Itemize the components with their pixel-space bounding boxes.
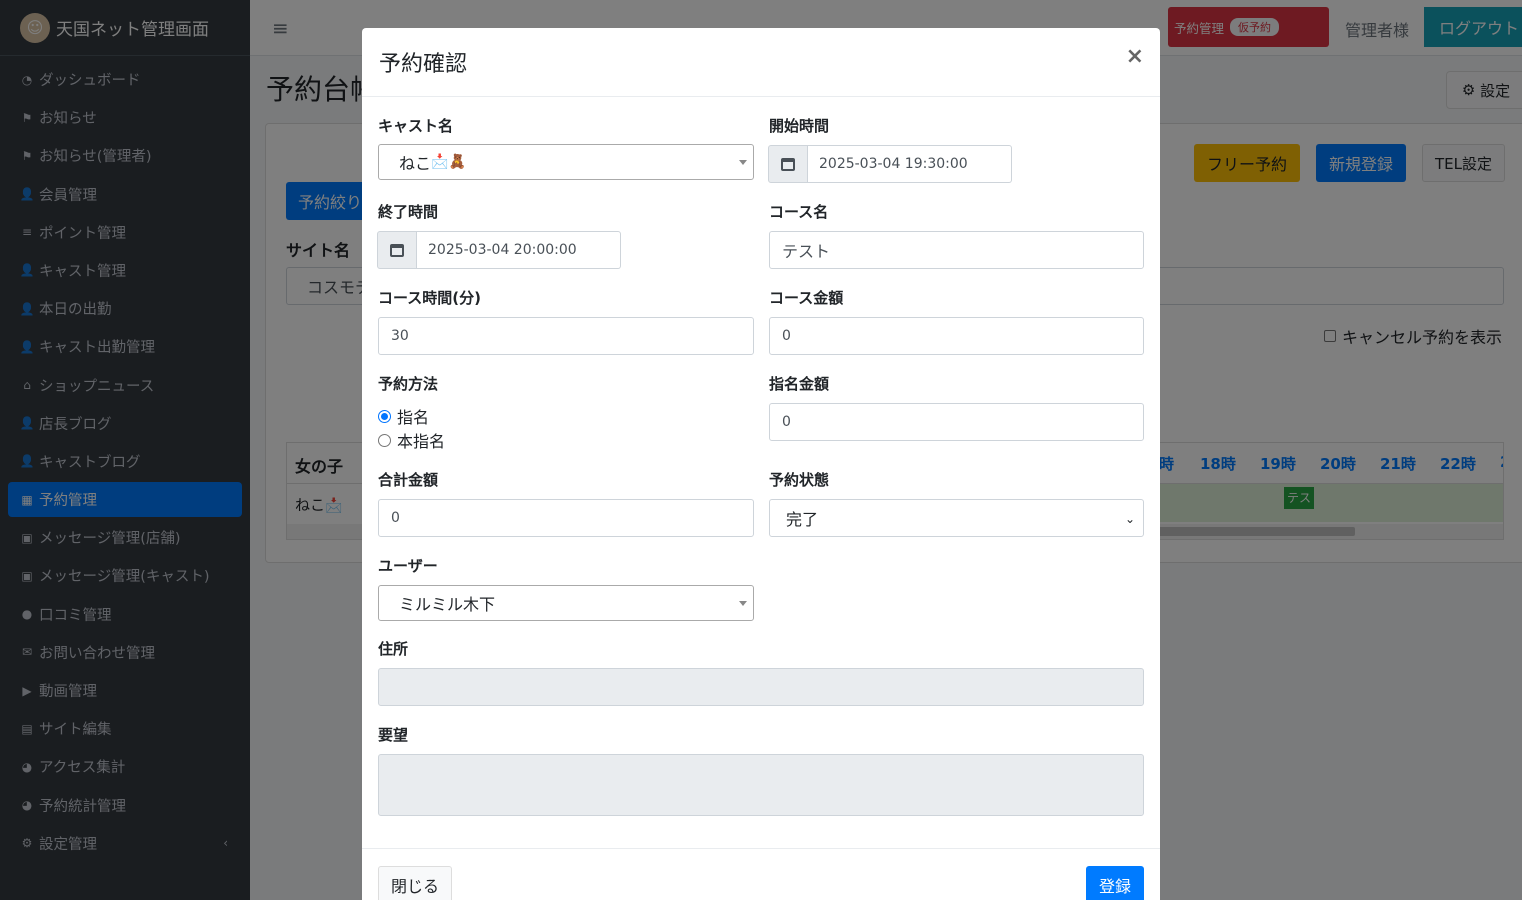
calendar-icon[interactable]	[377, 231, 417, 269]
total-price-label: 合計金額	[378, 471, 439, 489]
radio-label: 本指名	[397, 432, 446, 451]
status-value: 完了	[786, 510, 819, 529]
user-value: ミルミル木下	[399, 595, 496, 614]
reservation-status-select[interactable]: 完了 ⌄	[769, 499, 1144, 537]
mail-icon: 📩	[431, 154, 449, 170]
radio-label: 指名	[397, 408, 430, 427]
start-time-input[interactable]: 2025-03-04 19:30:00	[808, 145, 1012, 183]
cast-name-label: キャスト名	[378, 117, 454, 135]
modal-footer: 閉じる 登録	[362, 848, 1160, 900]
user-select[interactable]: ミルミル木下	[378, 585, 754, 621]
chevron-down-icon: ⌄	[1124, 512, 1135, 526]
bear-icon: 🧸	[448, 154, 466, 170]
modal-title: 予約確認	[379, 52, 468, 77]
course-name-label: コース名	[769, 203, 829, 221]
course-time-label: コース時間(分)	[378, 289, 481, 307]
method-radio-nomination[interactable]: 指名	[378, 404, 429, 428]
start-time-field[interactable]: 2025-03-04 19:30:00	[768, 145, 1012, 183]
close-button[interactable]: 閉じる	[378, 866, 452, 900]
reservation-method-label: 予約方法	[378, 375, 439, 393]
end-time-field[interactable]: 2025-03-04 20:00:00	[377, 231, 621, 269]
nomination-price-input[interactable]: 0	[769, 403, 1144, 441]
radio-button[interactable]	[378, 433, 391, 447]
end-time-label: 終了時間	[378, 203, 439, 221]
user-label: ユーザー	[378, 557, 438, 575]
cast-name-select[interactable]: ねこ 📩 🧸	[378, 144, 754, 180]
reservation-confirm-modal: 予約確認 × キャスト名 ねこ 📩 🧸 開始時間 2025-03-04 19:30:…	[362, 28, 1160, 900]
chevron-down-icon	[739, 601, 747, 606]
request-label: 要望	[378, 726, 409, 744]
reservation-status-label: 予約状態	[769, 471, 830, 489]
register-button[interactable]: 登録	[1086, 866, 1144, 900]
start-time-label: 開始時間	[769, 117, 830, 135]
total-price-input[interactable]: 0	[378, 499, 754, 537]
radio-button-selected[interactable]	[378, 409, 391, 423]
address-input[interactable]	[378, 668, 1144, 706]
method-radio-regular[interactable]: 本指名	[378, 428, 445, 452]
close-icon[interactable]: ×	[1126, 44, 1144, 69]
course-price-input[interactable]: 0	[769, 317, 1144, 355]
course-time-input[interactable]: 30	[378, 317, 754, 355]
modal-header: 予約確認 ×	[362, 28, 1160, 97]
end-time-input[interactable]: 2025-03-04 20:00:00	[417, 231, 621, 269]
calendar-icon[interactable]	[768, 145, 808, 183]
course-name-input[interactable]: テスト	[769, 231, 1144, 269]
chevron-down-icon	[739, 160, 747, 165]
course-price-label: コース金額	[769, 289, 844, 307]
cast-name-value: ねこ	[399, 154, 432, 173]
nomination-price-label: 指名金額	[769, 375, 830, 393]
request-textarea[interactable]	[378, 754, 1144, 816]
address-label: 住所	[378, 640, 409, 658]
